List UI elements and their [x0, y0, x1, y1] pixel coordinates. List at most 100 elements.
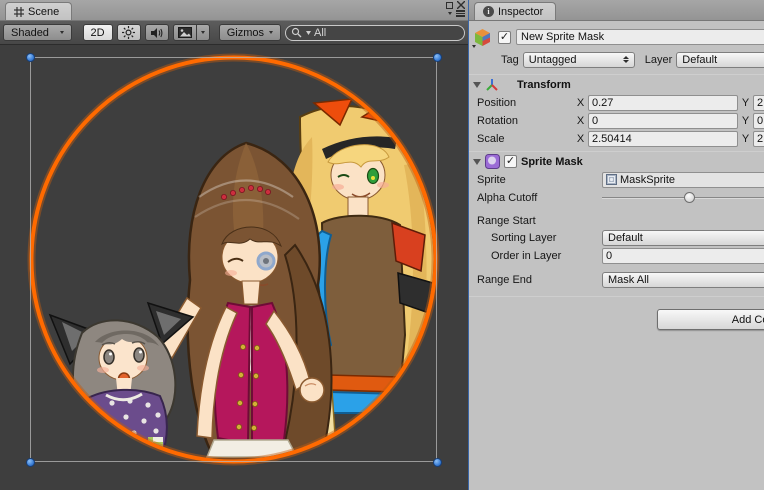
order-in-layer-row: Order in Layer	[469, 247, 764, 264]
close-icon[interactable]	[457, 1, 465, 9]
scene-search-input[interactable]	[314, 27, 456, 39]
inspector-panel: i Inspector	[469, 0, 764, 490]
axis-x-label: X	[576, 115, 585, 127]
gameobject-name-field[interactable]	[516, 29, 764, 45]
sprite-mask-icon	[485, 154, 500, 169]
order-in-layer-label: Order in Layer	[477, 250, 599, 262]
rotation-y-field[interactable]	[753, 113, 764, 129]
rotation-label: Rotation	[477, 115, 573, 127]
effects-button[interactable]	[173, 24, 197, 41]
position-y-field[interactable]	[753, 95, 764, 111]
selection-handle-top-right[interactable]	[433, 53, 442, 62]
range-end-row: Range End Mask All	[469, 271, 764, 288]
transform-rotation-row: Rotation X Y Z	[469, 112, 764, 129]
transform-position-row: Position X Y Z	[469, 94, 764, 111]
tag-label: Tag	[501, 54, 519, 66]
sprite-value: MaskSprite	[620, 174, 675, 186]
add-component-button[interactable]: Add Component	[657, 309, 764, 330]
panel-menu-icon[interactable]	[456, 10, 465, 17]
sorting-layer-row: Sorting Layer Default	[469, 229, 764, 246]
layer-dropdown[interactable]: Default	[676, 52, 764, 68]
rotation-x-field[interactable]	[588, 113, 738, 129]
unity-editor-window: Scene Shaded 2D	[0, 0, 764, 490]
tag-layer-row: Tag Untagged Layer Default	[469, 51, 764, 68]
inspector-body: ✓ Static Tag Untagged Layer Default	[469, 21, 764, 490]
selection-handle-bottom-right[interactable]	[433, 458, 442, 467]
sprite-thumb-icon	[606, 174, 617, 185]
foldout-arrow[interactable]	[473, 82, 481, 88]
range-end-label: Range End	[477, 274, 599, 286]
check-icon: ✓	[506, 156, 515, 167]
search-filter-arrow-icon	[306, 31, 311, 35]
image-icon	[178, 27, 192, 38]
alpha-cutoff-slider[interactable]	[602, 191, 764, 205]
position-label: Position	[477, 97, 573, 109]
sprite-mask-title: Sprite Mask	[521, 156, 583, 168]
scene-toolbar: Shaded 2D	[0, 21, 468, 45]
sorting-layer-dropdown[interactable]: Default	[602, 230, 764, 246]
alpha-cutoff-label: Alpha Cutoff	[477, 192, 599, 204]
range-start-label: Range Start	[469, 213, 764, 229]
selection-handle-top-left[interactable]	[26, 53, 35, 62]
maximize-icon[interactable]	[446, 2, 453, 9]
scene-audio-button[interactable]	[145, 24, 169, 41]
transform-header: Transform ?	[469, 75, 764, 94]
2d-toggle-label: 2D	[91, 27, 105, 39]
component-enabled-checkbox[interactable]: ✓	[504, 155, 517, 168]
sprite-mask-header: ✓ Sprite Mask ?	[469, 152, 764, 171]
axis-x-label: X	[576, 133, 585, 145]
popup-arrows-icon	[623, 56, 629, 63]
sprite-row: Sprite MaskSprite	[469, 171, 764, 188]
tab-inspector[interactable]: i Inspector	[474, 2, 556, 20]
layer-value: Default	[682, 54, 764, 66]
selection-handle-bottom-left[interactable]	[26, 458, 35, 467]
chevron-down-icon	[60, 31, 64, 34]
search-icon	[291, 27, 303, 39]
scene-search-field[interactable]	[285, 25, 465, 41]
scene-viewport[interactable]	[0, 45, 468, 490]
grid-icon	[14, 7, 24, 17]
info-icon: i	[483, 6, 494, 17]
transform-axis-icon	[485, 78, 499, 92]
check-icon: ✓	[500, 32, 509, 43]
range-end-dropdown[interactable]: Mask All	[602, 272, 764, 288]
transform-scale-row: Scale X Y Z	[469, 130, 764, 147]
foldout-arrow[interactable]	[473, 159, 481, 165]
axis-y-label: Y	[741, 97, 750, 109]
sorting-layer-value: Default	[608, 232, 764, 244]
position-x-field[interactable]	[588, 95, 738, 111]
shading-mode-label: Shaded	[11, 27, 49, 39]
chevron-down-icon	[201, 31, 205, 34]
gizmos-dropdown[interactable]: Gizmos	[219, 24, 281, 41]
selection-rect	[30, 57, 437, 462]
tab-inspector-label: Inspector	[498, 6, 543, 18]
shading-mode-dropdown[interactable]: Shaded	[3, 24, 72, 41]
sprite-object-field[interactable]: MaskSprite	[602, 172, 764, 188]
tab-scene-label: Scene	[28, 6, 59, 18]
scale-y-field[interactable]	[753, 131, 764, 147]
scene-panel: Scene Shaded 2D	[0, 0, 468, 490]
scene-tabstrip: Scene	[0, 0, 468, 21]
sun-icon	[122, 26, 135, 39]
active-checkbox[interactable]: ✓	[498, 31, 511, 44]
gameobject-cube-icon[interactable]	[473, 28, 493, 47]
inspector-tabstrip: i Inspector	[469, 0, 764, 21]
slider-thumb[interactable]	[684, 192, 695, 203]
gameobject-header: ✓ Static	[469, 28, 764, 46]
scale-x-field[interactable]	[588, 131, 738, 147]
scene-lighting-button[interactable]	[117, 24, 141, 41]
order-in-layer-field[interactable]	[602, 248, 764, 264]
effects-button-group	[173, 24, 210, 41]
icon-picker-arrow	[472, 45, 476, 48]
tag-value: Untagged	[529, 54, 619, 66]
2d-toggle-button[interactable]: 2D	[83, 24, 113, 41]
panel-dropdown-icon[interactable]	[448, 12, 452, 15]
tab-scene[interactable]: Scene	[5, 2, 72, 20]
tag-dropdown[interactable]: Untagged	[523, 52, 635, 68]
chevron-down-icon	[269, 31, 273, 34]
sorting-layer-label: Sorting Layer	[477, 232, 599, 244]
effects-dropdown-arrow[interactable]	[197, 24, 210, 41]
alpha-cutoff-row: Alpha Cutoff	[469, 189, 764, 206]
transform-title: Transform	[517, 79, 571, 91]
add-component-label: Add Component	[732, 314, 764, 326]
